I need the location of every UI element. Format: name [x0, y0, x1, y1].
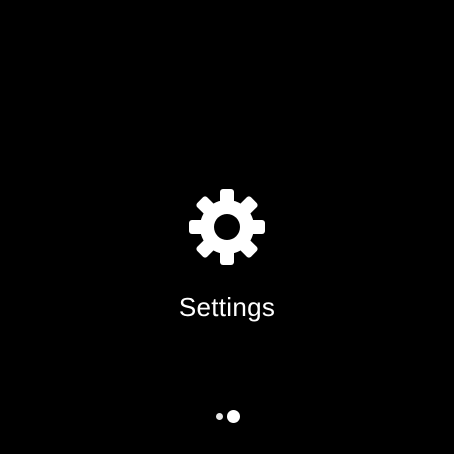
page-dot-inactive — [216, 413, 223, 420]
page-dot-active — [227, 410, 240, 423]
page-indicator — [214, 408, 244, 424]
settings-tile[interactable]: Settings — [0, 0, 454, 454]
gear-icon — [189, 189, 265, 265]
settings-label: Settings — [178, 292, 276, 322]
